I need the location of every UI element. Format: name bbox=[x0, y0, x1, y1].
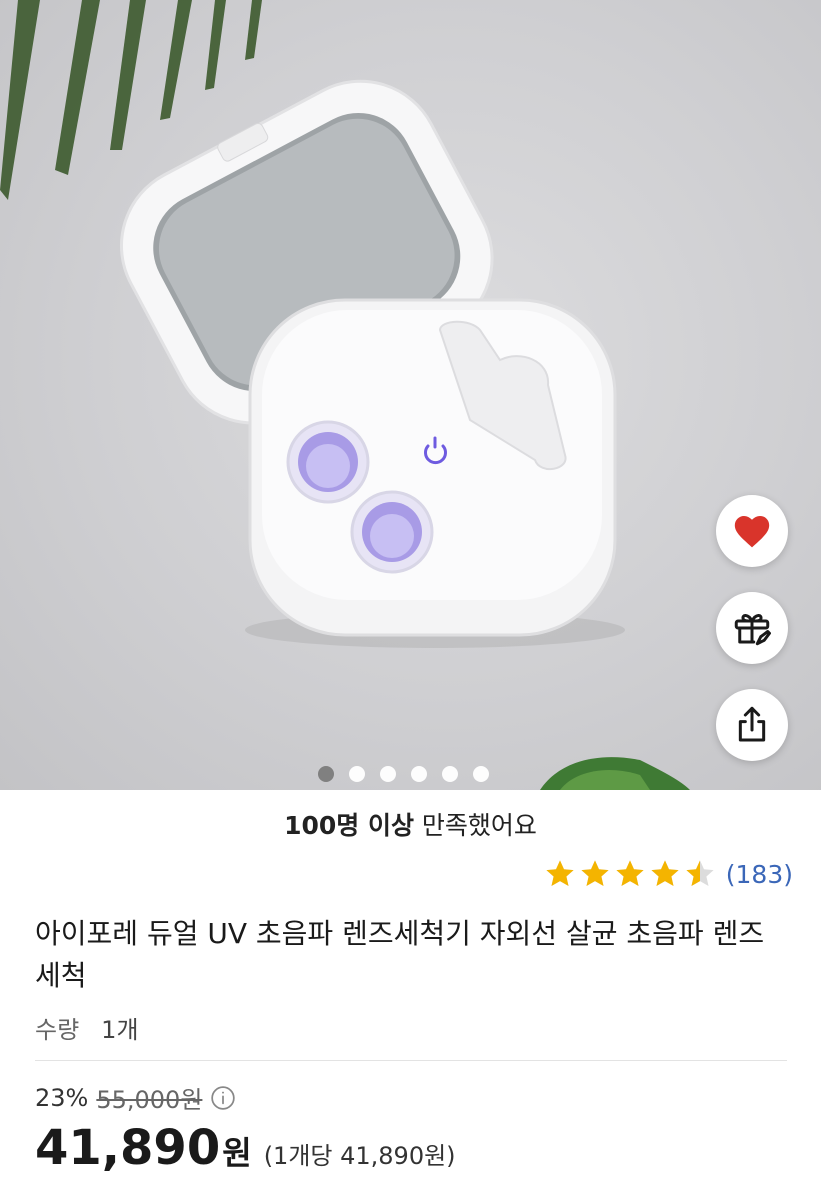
share-icon bbox=[738, 706, 766, 742]
satisfaction-text: 100명 이상 만족했어요 bbox=[0, 806, 821, 842]
discount-row: 23% 55,000원 bbox=[35, 1080, 236, 1115]
currency-label: 원 bbox=[222, 1134, 252, 1172]
gift-button[interactable] bbox=[716, 592, 788, 664]
rating-summary[interactable]: (183) bbox=[544, 858, 793, 890]
star-icon bbox=[686, 860, 714, 886]
star-icon bbox=[616, 860, 644, 886]
quantity-value: 1개 bbox=[101, 1016, 139, 1044]
carousel-dot[interactable] bbox=[411, 766, 427, 782]
star-icon bbox=[581, 860, 609, 886]
heart-icon bbox=[734, 515, 770, 548]
carousel-indicator bbox=[318, 766, 489, 782]
carousel-dot[interactable] bbox=[349, 766, 365, 782]
quantity-row: 수량 1개 bbox=[35, 1010, 139, 1045]
share-button[interactable] bbox=[716, 689, 788, 761]
product-photo bbox=[0, 0, 690, 790]
product-title: 아이포레 듀얼 UV 초음파 렌즈세척기 자외선 살균 초음파 렌즈 세척 bbox=[35, 917, 765, 992]
gift-icon bbox=[734, 614, 771, 646]
carousel-dot[interactable] bbox=[380, 766, 396, 782]
original-price: 55,000원 bbox=[96, 1086, 203, 1114]
final-price-row: 41,890 원 (1개당 41,890원) bbox=[35, 1120, 456, 1176]
discount-rate: 23% bbox=[35, 1083, 89, 1112]
wishlist-button[interactable] bbox=[716, 495, 788, 567]
carousel-dot[interactable] bbox=[442, 766, 458, 782]
satisfaction-label: 만족했어요 bbox=[413, 811, 537, 840]
star-icon bbox=[651, 860, 679, 886]
info-icon[interactable] bbox=[210, 1085, 236, 1111]
divider bbox=[35, 1060, 787, 1061]
final-price: 41,890 bbox=[35, 1120, 221, 1176]
satisfaction-count: 100명 이상 bbox=[284, 811, 414, 840]
review-count-link[interactable]: (183) bbox=[726, 860, 793, 889]
product-image-gallery[interactable] bbox=[0, 0, 821, 790]
carousel-dot[interactable] bbox=[318, 766, 334, 782]
star-rating bbox=[544, 858, 716, 890]
unit-price: (1개당 41,890원) bbox=[263, 1142, 456, 1170]
quantity-label: 수량 bbox=[35, 1016, 80, 1044]
star-icon bbox=[546, 860, 574, 886]
carousel-dot[interactable] bbox=[473, 766, 489, 782]
